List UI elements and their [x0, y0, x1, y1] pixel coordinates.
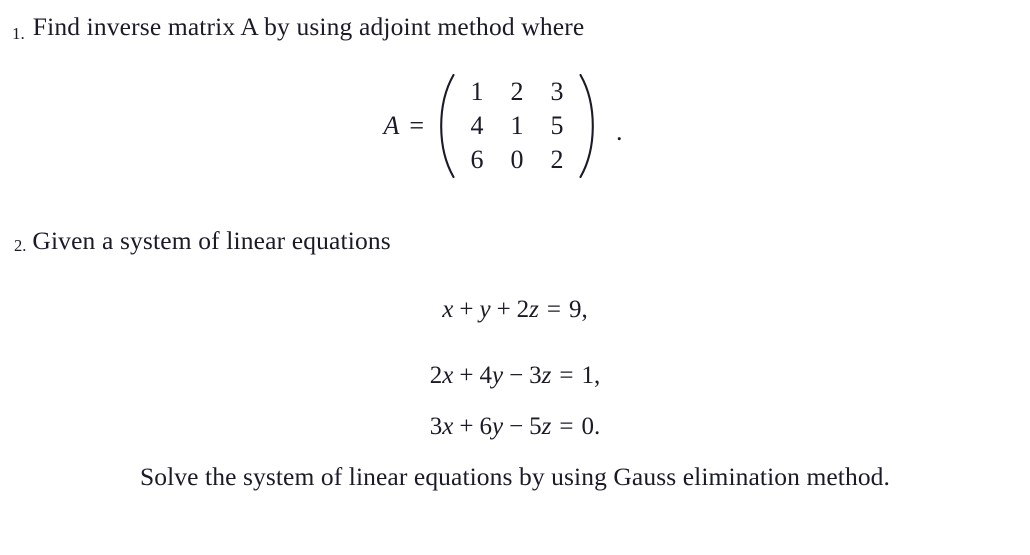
problem-2-number: 2. — [14, 236, 27, 255]
math-term-num: 2 — [516, 296, 530, 323]
math-term-num: 3 — [529, 362, 542, 389]
matrix-trailing-period: . — [616, 117, 623, 146]
matrix-cell: 5 — [550, 111, 564, 140]
math-term-op: + — [459, 413, 474, 440]
matrix-label: A — [383, 111, 400, 140]
math-term-var: z — [541, 413, 552, 440]
math-term-num: 2 — [429, 362, 443, 389]
math-term-var: z — [541, 362, 552, 389]
problem-1-prompt: Find inverse matrix A by using adjoint m… — [32, 12, 585, 41]
math-term-rel: = — [546, 296, 562, 323]
matrix-cell: 3 — [550, 77, 564, 106]
math-term-num: 6 — [479, 413, 492, 440]
math-term-var: y — [491, 362, 504, 389]
problem-1-number: 1. — [12, 24, 25, 43]
matrix-equals-sign: = — [409, 111, 425, 140]
matrix-cell: 1 — [510, 111, 524, 140]
math-term-rel: = — [559, 413, 574, 440]
math-term-rel: = — [559, 362, 574, 389]
matrix-equation-block: A = 1 2 3 4 1 5 6 0 2 . — [0, 74, 1030, 178]
problem-2-prompt: Given a system of linear equations — [32, 226, 391, 255]
document-page: 1. Find inverse matrix A by using adjoin… — [0, 0, 1030, 555]
matrix-cell: 2 — [550, 145, 564, 174]
math-term-num: 5 — [529, 413, 542, 440]
right-paren-icon — [579, 74, 596, 178]
math-term-num: 0. — [581, 413, 601, 440]
math-term-op: − — [509, 362, 524, 389]
matrix-cell: 0 — [510, 145, 524, 174]
math-term-op: + — [496, 296, 511, 323]
math-term-var: x — [442, 362, 454, 389]
closing-instruction: Solve the system of linear equations by … — [139, 462, 891, 491]
matrix-cell: 1 — [470, 77, 484, 106]
math-term-var: x — [442, 296, 454, 323]
math-term-num: 9, — [569, 296, 588, 323]
matrix-cell: 6 — [470, 145, 484, 174]
math-term-num: 4 — [479, 362, 492, 389]
equation-3: 3x +6y −5z = 0. — [0, 414, 1030, 439]
math-term-var: x — [442, 413, 454, 440]
math-term-op: + — [459, 296, 474, 323]
problem-2-heading: 2. Given a system of linear equations — [14, 228, 391, 254]
left-paren-icon — [438, 74, 455, 178]
math-term-var: y — [491, 413, 504, 440]
equation-2: 2x +4y −3z = 1, — [0, 363, 1030, 388]
matrix-cell: 2 — [510, 77, 524, 106]
math-term-num: 1, — [581, 362, 601, 389]
matrix-grid: 1 2 3 4 1 5 6 0 2 — [457, 75, 577, 177]
problem-1-heading: 1. Find inverse matrix A by using adjoin… — [12, 12, 585, 43]
math-term-var: y — [479, 296, 491, 323]
math-term-op: − — [509, 413, 524, 440]
math-term-var: z — [529, 296, 539, 323]
math-term-num: 3 — [429, 413, 443, 440]
math-term-op: + — [459, 362, 474, 389]
equation-1: x + y +2z = 9, — [0, 297, 1030, 322]
matrix-cell: 4 — [470, 111, 484, 140]
